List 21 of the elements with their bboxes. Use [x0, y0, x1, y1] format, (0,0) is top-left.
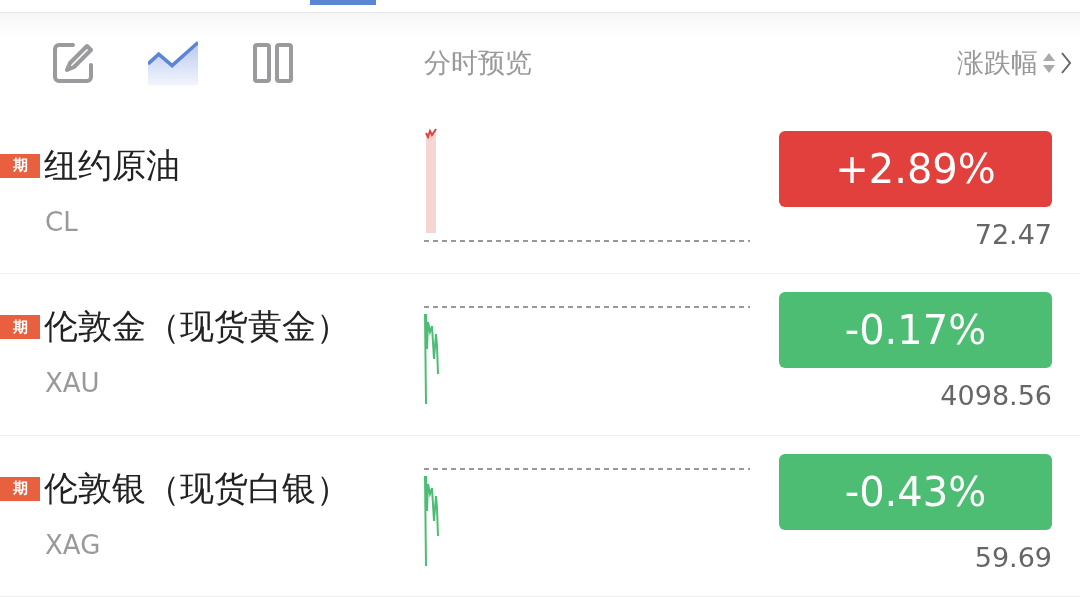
futures-badge: 期 [0, 315, 40, 340]
change-badge: -0.43% [779, 453, 1052, 530]
futures-badge: 期 [0, 476, 40, 501]
instrument-code: XAG [45, 529, 102, 560]
price: 72.47 [974, 218, 1052, 250]
instrument-code: CL [45, 206, 79, 237]
tab-indicator [310, 0, 376, 5]
change-badge: +2.89% [779, 130, 1052, 207]
sort-button[interactable]: 涨跌幅 [957, 44, 1072, 81]
change-badge: -0.17% [779, 292, 1052, 369]
futures-badge: 期 [0, 153, 40, 178]
price: 4098.56 [940, 380, 1052, 412]
edit-icon [51, 40, 95, 85]
price: 59.69 [974, 541, 1052, 573]
columns-icon [253, 42, 293, 83]
instrument-name: 伦敦金（现货黄金） [44, 305, 350, 349]
instrument-name: 伦敦银（现货白银） [44, 466, 350, 510]
instrument-name: 纽约原油 [44, 143, 180, 187]
chevron-right-icon [1060, 50, 1072, 75]
preview-label: 分时预览 [424, 45, 532, 80]
instrument-code: XAU [45, 368, 101, 399]
